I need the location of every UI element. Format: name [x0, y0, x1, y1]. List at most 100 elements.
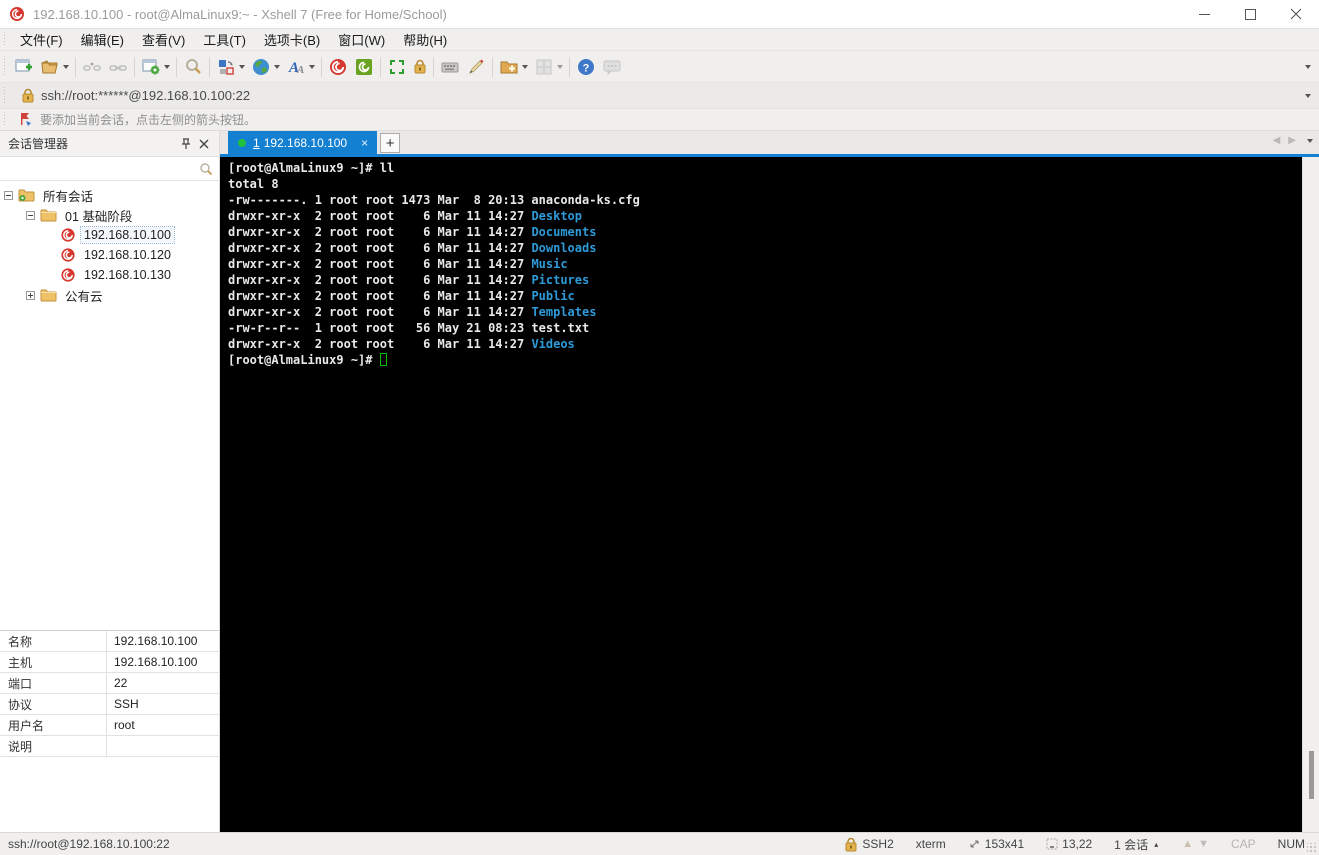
menu-item[interactable]: 文件(F) [11, 31, 72, 50]
terminal-line: drwxr-xr-x 2 root root 6 Mar 11 14:27 Pi… [228, 273, 590, 287]
status-item-1322[interactable]: 13,22 [1046, 837, 1092, 851]
status-item-NUM[interactable]: NUM [1278, 837, 1305, 851]
session-search-input[interactable] [0, 157, 199, 180]
toolbar-button-open-folder-icon[interactable] [37, 54, 72, 80]
toolbar-button-find-icon[interactable] [180, 54, 206, 80]
tree-item-label[interactable]: 所有会话 [40, 185, 96, 206]
new-tab-button[interactable]: + [380, 133, 401, 153]
terminal-cursor [379, 353, 387, 366]
terminal-line: drwxr-xr-x 2 root root 6 Mar 11 14:27 Mu… [228, 257, 568, 271]
tree-item[interactable]: 192.168.10.100 [0, 225, 219, 245]
tree-expander-icon[interactable] [4, 190, 13, 200]
close-button[interactable] [1273, 0, 1319, 28]
status-item-1[interactable]: 1 会话 ▴ [1114, 836, 1158, 853]
address-dropdown-button[interactable] [1305, 93, 1311, 98]
toolbar-button-help-icon[interactable]: ? [573, 54, 599, 80]
dropdown-caret-icon[interactable] [63, 64, 69, 69]
menu-item[interactable]: 窗口(W) [329, 31, 394, 50]
session-tree: 所有会话 01 基础阶段 192.168.10.100 192.168.10.120 1… [0, 181, 219, 305]
session-list-caret-icon[interactable]: ▴ [1154, 840, 1158, 849]
dropdown-caret-icon[interactable] [557, 64, 563, 69]
toolbar-button-xftp-icon[interactable] [351, 54, 377, 80]
tree-item[interactable]: 所有会话 [0, 185, 219, 205]
panel-close-icon[interactable] [195, 135, 213, 153]
down-arrow-icon[interactable]: ▼ [1198, 838, 1209, 850]
toolbar-button-keyboard-icon[interactable] [437, 54, 463, 80]
tree-item[interactable]: 公有云 [0, 285, 219, 305]
tab-prev-icon[interactable]: ◀ [1273, 135, 1281, 146]
toolbar-button-globe-icon[interactable] [248, 54, 283, 80]
terminal-screen[interactable]: [root@AlmaLinux9 ~]# ll total 8 -rw-------… [220, 157, 1302, 832]
toolbar-button-tab-grid-icon[interactable] [531, 54, 566, 80]
menu-item[interactable]: 编辑(E) [72, 31, 133, 50]
toolbar-button-new-session-icon[interactable] [11, 54, 37, 80]
tree-item-label[interactable]: 192.168.10.130 [81, 267, 174, 283]
dropdown-caret-icon[interactable] [239, 64, 245, 69]
toolbar-button-layout-icon[interactable] [213, 54, 248, 80]
toolbar-button-disconnect-icon[interactable] [79, 54, 105, 80]
menu-item[interactable]: 帮助(H) [394, 31, 456, 50]
toolbar-separator [176, 56, 177, 77]
toolbar-button-session-properties-icon[interactable] [138, 54, 173, 80]
terminal-scrollbar-thumb[interactable] [1309, 751, 1314, 799]
tab-next-icon[interactable]: ▶ [1288, 135, 1296, 146]
toolbar-button-reconnect-icon[interactable] [105, 54, 131, 80]
property-value[interactable]: 22 [107, 673, 219, 693]
tree-expander-icon[interactable] [26, 210, 35, 220]
tab-close-icon[interactable]: × [361, 136, 368, 150]
tree-item-label[interactable]: 01 基础阶段 [62, 205, 135, 226]
tree-item[interactable]: 192.168.10.120 [0, 245, 219, 265]
toolbar-button-new-folder-icon[interactable] [496, 54, 531, 80]
menubar-grip[interactable] [3, 32, 6, 47]
terminal-line: drwxr-xr-x 2 root root 6 Mar 11 14:27 Vi… [228, 337, 575, 351]
toolbar-button-feedback-icon[interactable] [599, 54, 625, 80]
tree-item-label[interactable]: 192.168.10.100 [80, 226, 175, 244]
infobar-grip[interactable] [3, 112, 6, 127]
tree-item-label[interactable]: 公有云 [62, 285, 106, 306]
toolbar-button-font-icon[interactable]: AA [283, 54, 318, 80]
dropdown-caret-icon[interactable] [274, 64, 280, 69]
address-bar: ssh://root:******@192.168.10.100:22 [0, 82, 1319, 108]
toolbar-grip[interactable] [3, 55, 6, 78]
addressbar-grip[interactable] [3, 86, 6, 105]
tree-item-label[interactable]: 192.168.10.120 [81, 247, 174, 263]
dropdown-caret-icon[interactable] [309, 64, 315, 69]
toolbar-separator [380, 56, 381, 77]
minimize-button[interactable] [1181, 0, 1227, 28]
property-value[interactable]: SSH [107, 694, 219, 714]
status-item-CAP[interactable]: CAP [1231, 837, 1256, 851]
session-tab[interactable]: 1 192.168.10.100 × [228, 131, 378, 154]
status-item-xterm[interactable]: xterm [916, 837, 946, 851]
resize-grip[interactable] [1307, 843, 1317, 853]
status-item-SSH2[interactable]: SSH2 [844, 837, 894, 852]
menu-item[interactable]: 选项卡(B) [255, 31, 329, 50]
toolbar-overflow-button[interactable] [1305, 64, 1311, 69]
toolbar-button-highlight-pen-icon[interactable] [463, 54, 489, 80]
property-value[interactable]: 192.168.10.100 [107, 652, 219, 672]
status-item-153x41[interactable]: 153x41 [968, 837, 1024, 851]
toolbar-button-fullscreen-icon[interactable] [384, 54, 410, 80]
dropdown-caret-icon[interactable] [522, 64, 528, 69]
dropdown-caret-icon[interactable] [164, 64, 170, 69]
flag-icon [19, 112, 34, 127]
property-row: 用户名 root [0, 715, 219, 736]
menu-item[interactable]: 查看(V) [133, 31, 194, 50]
info-bar: 要添加当前会话，点击左侧的箭头按钮。 [0, 108, 1319, 130]
tree-expander-icon[interactable] [26, 290, 35, 300]
tree-item[interactable]: 192.168.10.130 [0, 265, 219, 285]
terminal-line: total 8 [228, 177, 279, 191]
toolbar-button-xshell-icon[interactable] [325, 54, 351, 80]
address-url[interactable]: ssh://root:******@192.168.10.100:22 [41, 88, 250, 103]
property-value[interactable]: root [107, 715, 219, 735]
toolbar-separator [321, 56, 322, 77]
menu-item[interactable]: 工具(T) [194, 31, 255, 50]
up-arrow-icon[interactable]: ▲ [1182, 838, 1193, 850]
terminal-scrollbar[interactable] [1302, 157, 1319, 832]
property-value[interactable] [107, 736, 219, 756]
pin-icon[interactable] [177, 135, 195, 153]
toolbar-button-lock-icon[interactable] [410, 56, 430, 77]
property-value[interactable]: 192.168.10.100 [107, 631, 219, 651]
maximize-button[interactable] [1227, 0, 1273, 28]
tree-item[interactable]: 01 基础阶段 [0, 205, 219, 225]
tab-list-button[interactable] [1307, 138, 1313, 143]
